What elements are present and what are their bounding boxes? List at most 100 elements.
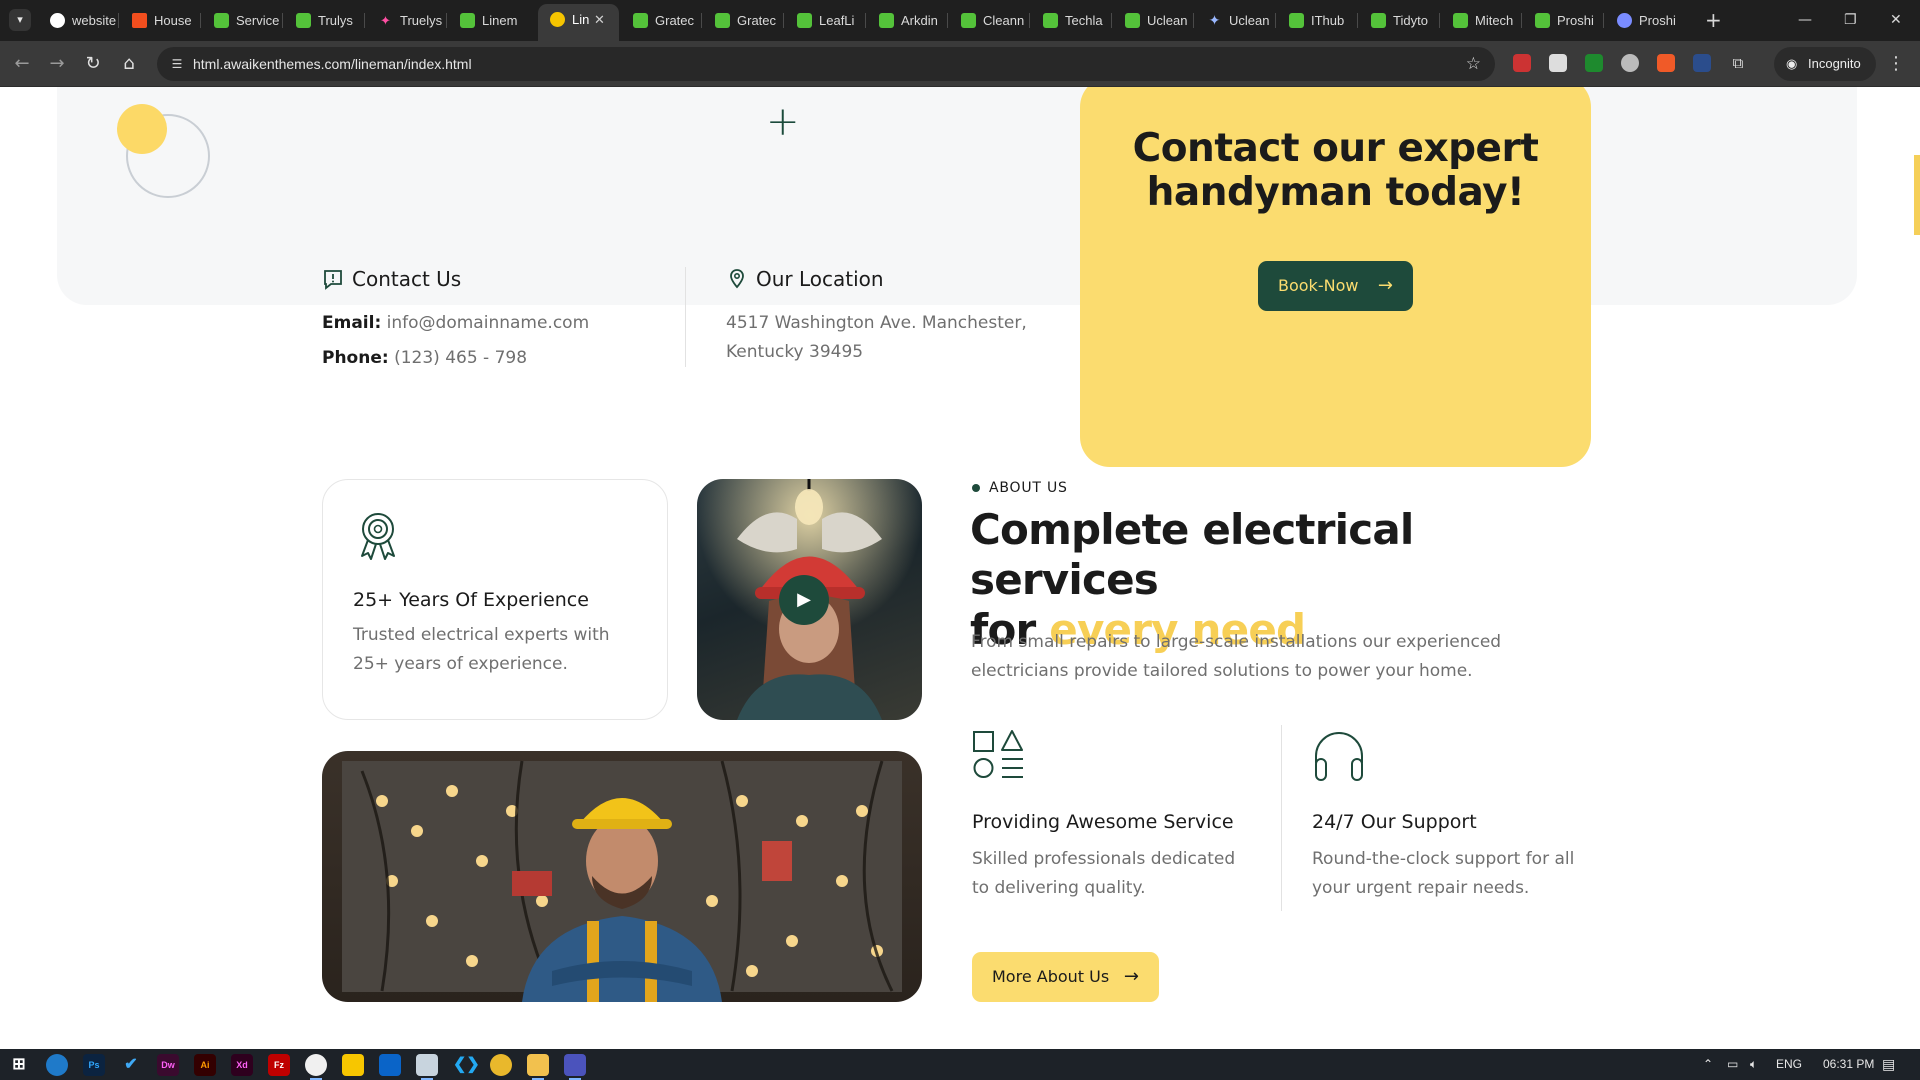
cta-card: Contact our expert handyman today! Book-… bbox=[1080, 87, 1591, 467]
browser-tab[interactable]: Gratec bbox=[703, 5, 784, 36]
chrome-active-icon[interactable] bbox=[305, 1054, 327, 1080]
map-pin-icon bbox=[726, 268, 748, 290]
browser-tab[interactable]: IThub bbox=[1277, 5, 1358, 36]
xd-icon[interactable]: Xd bbox=[231, 1054, 253, 1076]
play-video-button[interactable]: ▶ bbox=[779, 575, 829, 625]
checkmark-app-icon[interactable]: ✔ bbox=[120, 1054, 142, 1076]
reload-icon[interactable]: ↻ bbox=[80, 51, 106, 77]
url-text[interactable]: html.awaikenthemes.com/lineman/index.htm… bbox=[193, 47, 472, 81]
notification-icon[interactable]: ▤ bbox=[1882, 1049, 1895, 1080]
contact-phone-line: Phone: (123) 465 - 798 bbox=[322, 348, 528, 368]
browser-tab[interactable]: Gratec bbox=[621, 5, 702, 36]
decorative-plus-icon: + bbox=[766, 99, 800, 145]
start-windows-icon[interactable]: ⊞ bbox=[8, 1054, 30, 1076]
filezilla-icon[interactable]: Fz bbox=[268, 1054, 290, 1076]
browser-tab[interactable]: Proshi bbox=[1605, 5, 1686, 36]
browser-tab[interactable]: Service bbox=[202, 5, 283, 36]
restore-icon[interactable]: ❐ bbox=[1844, 8, 1857, 32]
back-icon[interactable]: ← bbox=[9, 51, 35, 77]
extension-print-icon[interactable] bbox=[1549, 54, 1567, 72]
feature-title: 24/7 Our Support bbox=[1312, 811, 1477, 833]
leaf-icon bbox=[460, 13, 475, 28]
browser-tab[interactable]: Proshi bbox=[1523, 5, 1604, 36]
tray-expand-icon[interactable]: ⌃ bbox=[1703, 1049, 1713, 1080]
leaf-icon bbox=[214, 13, 229, 28]
chrome-icon[interactable] bbox=[490, 1054, 512, 1076]
book-now-button[interactable]: Book-Now → bbox=[1258, 261, 1413, 311]
extension-red-icon[interactable] bbox=[1513, 54, 1531, 72]
email-link[interactable]: info@domainname.com bbox=[387, 313, 589, 333]
browser-tab[interactable]: Mitech bbox=[1441, 5, 1522, 36]
extension-camera-icon[interactable] bbox=[1621, 54, 1639, 72]
browser-tab[interactable]: ✦ Truelys bbox=[366, 5, 447, 36]
extension-blue-icon[interactable] bbox=[1693, 54, 1711, 72]
headphones-icon bbox=[1315, 732, 1363, 781]
browser-tab[interactable]: House bbox=[120, 5, 201, 36]
scrollbar-thumb[interactable] bbox=[1914, 155, 1920, 235]
leaf-icon bbox=[1289, 13, 1304, 28]
notepad-icon[interactable] bbox=[416, 1054, 438, 1080]
browser-tab[interactable]: ✦ Uclean bbox=[1195, 5, 1276, 36]
browser-tab[interactable]: Techla bbox=[1031, 5, 1112, 36]
cta-title: Contact our expert handyman today! bbox=[1132, 126, 1539, 215]
browser-tab[interactable]: website bbox=[38, 5, 119, 36]
address-bar[interactable]: ☰ html.awaikenthemes.com/lineman/index.h… bbox=[157, 47, 1495, 81]
extension-green-icon[interactable] bbox=[1585, 54, 1603, 72]
file-explorer-icon[interactable] bbox=[527, 1054, 549, 1080]
forward-icon[interactable]: → bbox=[44, 51, 70, 77]
browser-toolbar: ← → ↻ ⌂ ☰ html.awaikenthemes.com/lineman… bbox=[0, 41, 1920, 87]
phone-link[interactable]: (123) 465 - 798 bbox=[394, 348, 527, 368]
location-heading: Our Location bbox=[726, 265, 1056, 293]
close-window-icon[interactable]: ✕ bbox=[1890, 8, 1902, 32]
teams-icon[interactable] bbox=[564, 1054, 586, 1080]
browser-tab[interactable]: LeafLi bbox=[785, 5, 866, 36]
shapes-icon bbox=[973, 730, 1023, 778]
close-tab-icon[interactable]: ✕ bbox=[594, 4, 605, 35]
leaf-icon bbox=[961, 13, 976, 28]
google-icon bbox=[50, 13, 65, 28]
sticky-notes-icon[interactable] bbox=[342, 1054, 364, 1076]
windows-taskbar: ⊞ Ps ✔ Dw Ai Xd Fz ❮❯ ⌃ ▭ 🔈︎ ENG 06:31 P… bbox=[0, 1049, 1920, 1080]
new-tab-icon[interactable]: + bbox=[1705, 8, 1722, 32]
experience-title: 25+ Years Of Experience bbox=[353, 589, 589, 611]
language-indicator[interactable]: ENG bbox=[1776, 1049, 1802, 1080]
network-icon[interactable]: ▭ bbox=[1727, 1049, 1738, 1080]
about-paragraph: From small repairs to large-scale instal… bbox=[971, 632, 1502, 681]
chat-alert-icon bbox=[322, 268, 344, 290]
volume-icon[interactable]: 🔈︎ bbox=[1750, 1049, 1757, 1080]
gem-icon: ✦ bbox=[1208, 12, 1221, 28]
browser-tab-active[interactable]: Lin ✕ bbox=[538, 4, 619, 41]
site-info-icon[interactable]: ☰ bbox=[169, 56, 185, 72]
more-about-us-button[interactable]: More About Us → bbox=[972, 952, 1159, 1002]
leaf-icon bbox=[715, 13, 730, 28]
arrow-right-icon: → bbox=[1377, 275, 1393, 296]
vscode-icon[interactable]: ❮❯ bbox=[453, 1054, 480, 1076]
browser-tab[interactable]: Uclean bbox=[1113, 5, 1194, 36]
home-icon[interactable]: ⌂ bbox=[116, 51, 142, 77]
incognito-badge[interactable]: ◉ Incognito bbox=[1774, 47, 1876, 81]
browser-tab[interactable]: Trulys bbox=[284, 5, 365, 36]
illustrator-icon[interactable]: Ai bbox=[194, 1054, 216, 1076]
browser-tab[interactable]: Arkdin bbox=[867, 5, 948, 36]
feature-text: Skilled professionals dedicated to deliv… bbox=[972, 849, 1236, 898]
browser-tab-strip: ▾ website House Service Trulys ✦ Truelys … bbox=[0, 0, 1920, 41]
dreamweaver-icon[interactable]: Dw bbox=[157, 1054, 179, 1076]
page-viewport: + Contact our expert handyman today! Boo… bbox=[0, 87, 1920, 1049]
clock[interactable]: 06:31 PM bbox=[1823, 1049, 1874, 1080]
extension-orange-icon[interactable] bbox=[1657, 54, 1675, 72]
electrician-panel-photo bbox=[322, 751, 922, 1002]
tab-search-button[interactable]: ▾ bbox=[9, 9, 31, 31]
minimize-icon[interactable]: — bbox=[1798, 8, 1812, 32]
edge-icon[interactable] bbox=[46, 1054, 68, 1076]
bookmark-star-icon[interactable]: ☆ bbox=[1466, 47, 1481, 81]
browser-tab[interactable]: Tidyto bbox=[1359, 5, 1440, 36]
extensions-puzzle-icon[interactable]: ⧉ bbox=[1729, 54, 1747, 72]
browser-menu-icon[interactable]: ⋮ bbox=[1887, 51, 1905, 77]
experience-text: Trusted electrical experts with 25+ year… bbox=[353, 625, 610, 674]
incognito-icon: ◉ bbox=[1786, 56, 1798, 71]
photoshop-icon[interactable]: Ps bbox=[83, 1054, 105, 1076]
browser-tab[interactable]: Linem bbox=[448, 5, 529, 36]
browser-tab[interactable]: Cleann bbox=[949, 5, 1030, 36]
outlook-icon[interactable] bbox=[379, 1054, 401, 1076]
leaf-icon bbox=[1371, 13, 1386, 28]
